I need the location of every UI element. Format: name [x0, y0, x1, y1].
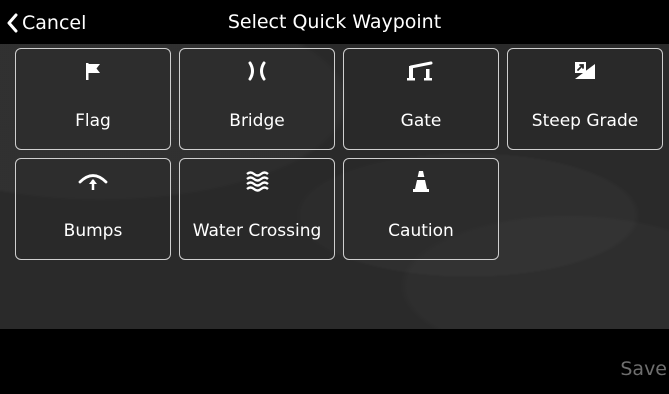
waypoint-label: Caution — [388, 221, 454, 241]
save-button[interactable]: Save — [620, 358, 667, 380]
flag-icon — [16, 59, 170, 83]
waypoint-tile-bumps[interactable]: Bumps — [15, 158, 171, 260]
water-crossing-icon — [180, 169, 334, 193]
waypoint-label: Flag — [75, 111, 111, 131]
waypoint-grid-area: Flag Bridge Gate Steep Grade Bumps Water… — [0, 44, 669, 329]
waypoint-tile-water-crossing[interactable]: Water Crossing — [179, 158, 335, 260]
waypoint-tile-gate[interactable]: Gate — [343, 48, 499, 150]
steep-grade-icon — [508, 59, 662, 83]
page-title: Select Quick Waypoint — [227, 11, 442, 33]
footer-bar: Save — [0, 329, 669, 394]
waypoint-tile-bridge[interactable]: Bridge — [179, 48, 335, 150]
waypoint-tile-flag[interactable]: Flag — [15, 48, 171, 150]
bumps-icon — [16, 169, 170, 193]
waypoint-label: Gate — [400, 111, 442, 131]
caution-icon — [344, 169, 498, 193]
waypoint-label: Water Crossing — [192, 221, 322, 241]
waypoint-label: Steep Grade — [531, 111, 639, 131]
waypoint-label: Bumps — [63, 221, 123, 241]
waypoint-tile-caution[interactable]: Caution — [343, 158, 499, 260]
waypoint-tile-steep-grade[interactable]: Steep Grade — [507, 48, 663, 150]
header-bar: Cancel Select Quick Waypoint — [0, 0, 669, 44]
waypoint-label: Bridge — [229, 111, 285, 131]
gate-icon — [344, 59, 498, 83]
waypoint-screen: Cancel Select Quick Waypoint Flag Bridge… — [0, 0, 669, 394]
bridge-icon — [180, 59, 334, 83]
